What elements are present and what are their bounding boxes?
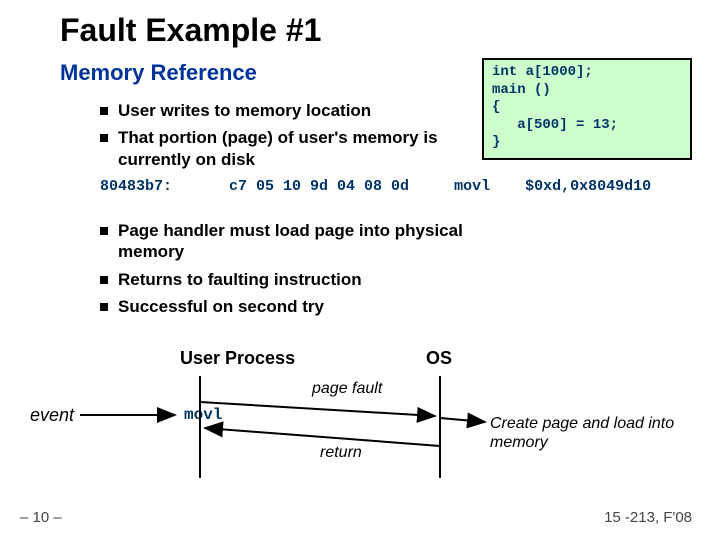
code-line: main () [492, 82, 551, 98]
bullet-square-icon [100, 134, 108, 142]
code-line: } [492, 134, 500, 150]
bullet-list-bottom: Page handler must load page into physica… [100, 220, 480, 323]
bullet-item: That portion (page) of user's memory is … [100, 127, 450, 170]
movl-label: movl [184, 406, 222, 424]
slide-title: Fault Example #1 [60, 12, 321, 49]
bullet-item: User writes to memory location [100, 100, 450, 121]
asm-line: 80483b7: c7 05 10 9d 04 08 0d movl $0xd,… [100, 178, 651, 195]
bullet-list-top: User writes to memory location That port… [100, 100, 450, 176]
asm-operands: $0xd,0x8049d10 [525, 178, 651, 195]
bullet-text: Returns to faulting instruction [118, 269, 362, 290]
user-process-label: User Process [180, 348, 295, 369]
code-line: a[500] = 13; [492, 117, 618, 133]
section-header-text: Memory Reference [60, 60, 257, 85]
return-label: return [320, 444, 362, 462]
bullet-text: Successful on second try [118, 296, 324, 317]
bullet-item: Successful on second try [100, 296, 480, 317]
code-snippet-box: int a[1000]; main () { a[500] = 13; } [482, 58, 692, 160]
os-action-text: Create page and load into memory [490, 414, 690, 452]
bullet-square-icon [100, 227, 108, 235]
bullet-square-icon [100, 303, 108, 311]
bullet-item: Page handler must load page into physica… [100, 220, 480, 263]
bullet-item: Returns to faulting instruction [100, 269, 480, 290]
code-line: { [492, 99, 500, 115]
event-label: event [30, 405, 74, 426]
section-header: Memory Reference [60, 60, 257, 86]
asm-bytes: c7 05 10 9d 04 08 0d [229, 178, 409, 195]
bullet-square-icon [100, 276, 108, 284]
code-line: int a[1000]; [492, 64, 593, 80]
bullet-text: Page handler must load page into physica… [118, 220, 480, 263]
footer-right: 15 -213, F'08 [604, 509, 692, 526]
asm-mnemonic: movl [454, 178, 490, 195]
asm-addr: 80483b7: [100, 178, 172, 195]
bullet-text: That portion (page) of user's memory is … [118, 127, 450, 170]
footer-left: – 10 – [20, 509, 62, 526]
bullet-square-icon [100, 107, 108, 115]
bullet-text: User writes to memory location [118, 100, 371, 121]
os-label: OS [426, 348, 452, 369]
page-fault-label: page fault [312, 380, 382, 398]
